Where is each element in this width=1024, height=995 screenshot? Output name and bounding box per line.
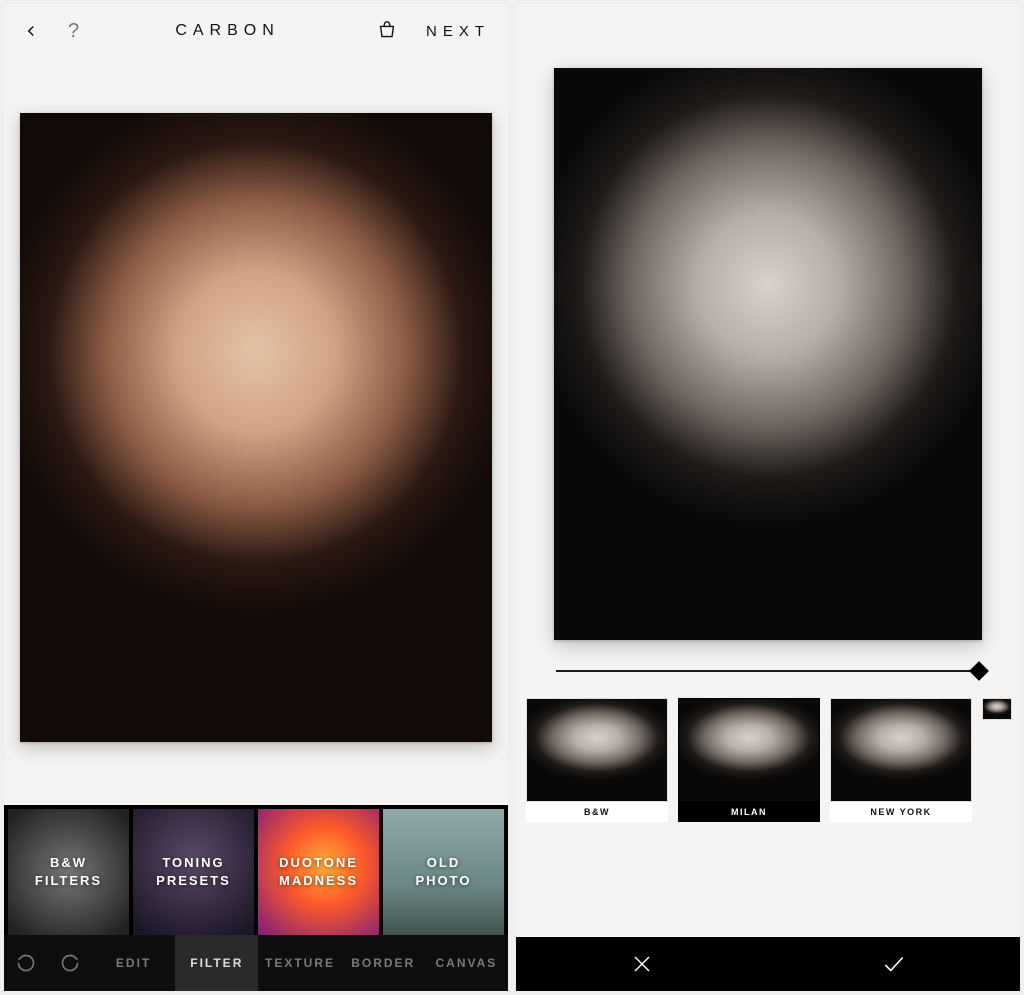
canvas-area [4, 58, 508, 805]
preset-thumb [982, 698, 1012, 720]
top-bar: ? CARBON NEXT [4, 4, 508, 58]
tab-canvas[interactable]: CANVAS [425, 935, 508, 991]
undo-icon[interactable] [4, 935, 48, 991]
category-old-photo[interactable]: OLD PHOTO [383, 809, 504, 935]
preset-newyork[interactable]: NEW YORK [830, 698, 972, 822]
tab-texture[interactable]: TEXTURE [258, 935, 341, 991]
intensity-slider[interactable] [556, 670, 980, 672]
cart-icon[interactable] [376, 20, 398, 42]
category-strip: B&W FILTERS TONING PRESETS DUOTONE MADNESS… [4, 805, 508, 935]
tab-border[interactable]: BORDER [342, 935, 425, 991]
category-label: B&W FILTERS [29, 854, 108, 889]
redo-icon[interactable] [48, 935, 92, 991]
category-bw-filters[interactable]: B&W FILTERS [8, 809, 129, 935]
preset-label: MILAN [678, 802, 820, 822]
accept-button[interactable] [768, 937, 1020, 991]
preset-more[interactable] [982, 698, 1012, 822]
category-label: OLD PHOTO [410, 854, 478, 889]
preset-thumb [830, 698, 972, 802]
category-toning-presets[interactable]: TONING PRESETS [133, 809, 254, 935]
preset-thumb [678, 698, 820, 802]
category-label: TONING PRESETS [150, 854, 237, 889]
app-title: CARBON [175, 22, 279, 40]
category-duotone-madness[interactable]: DUOTONE MADNESS [258, 809, 379, 935]
editor-screen-preset-detail: B&W MILAN NEW YORK [516, 4, 1020, 991]
preset-label: NEW YORK [830, 802, 972, 822]
next-button[interactable]: NEXT [426, 23, 490, 40]
category-label: DUOTONE MADNESS [273, 854, 364, 889]
preset-thumb [526, 698, 668, 802]
intensity-slider-row [516, 650, 1020, 692]
preset-milan[interactable]: MILAN [678, 698, 820, 822]
bottom-tab-bar: EDITFILTERTEXTUREBORDERCANVAS [4, 935, 508, 991]
canvas-area [516, 58, 1020, 650]
preset-label: B&W [526, 802, 668, 822]
editor-screen-categories: ? CARBON NEXT B&W FILTERS TONING PRESETS D… [4, 4, 508, 991]
preset-strip: B&W MILAN NEW YORK [516, 692, 1020, 828]
tab-edit[interactable]: EDIT [92, 935, 175, 991]
preset-bw[interactable]: B&W [526, 698, 668, 822]
confirm-bar [516, 937, 1020, 991]
cancel-button[interactable] [516, 937, 768, 991]
slider-handle-icon[interactable] [969, 661, 989, 681]
main-photo-bw[interactable] [554, 68, 983, 640]
tab-filter[interactable]: FILTER [175, 935, 258, 991]
main-photo[interactable] [20, 113, 492, 742]
help-icon[interactable]: ? [68, 20, 79, 43]
back-icon[interactable] [22, 22, 40, 40]
